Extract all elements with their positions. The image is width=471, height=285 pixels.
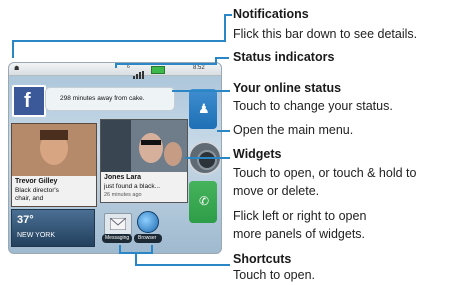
contact-photo-1 [12,124,96,176]
notifications-line-up [224,14,226,41]
widgets-title: Widgets [233,147,282,161]
contact-caption-2: Jones Lara just found a black... 26 minu… [101,172,187,202]
status-line-tick [215,57,229,59]
contact-name-2: Jones Lara [104,174,141,181]
notifications-line-tick [224,14,232,16]
contact-status-2: just found a black... [104,183,161,190]
main-menu-line [217,130,230,132]
online-status-desc: Touch to change your status. [233,99,393,113]
notifications-line-left [12,40,14,58]
contact-widget-2[interactable]: Jones Lara just found a black... 26 minu… [100,119,188,203]
panels-desc-1: Flick left or right to open [233,209,367,223]
browser-globe-icon[interactable] [137,211,159,233]
contact-time-2: 26 minutes ago [104,192,142,198]
phone-icon: ✆ [199,194,210,208]
status-time: 8:52 [193,65,205,71]
contact-status-1b: chair, and [15,195,44,202]
signal-icon [133,66,145,84]
weather-widget[interactable]: 37° NEW YORK [11,209,95,247]
online-status-text: 298 minutes away from cake. [60,95,145,102]
person-icon: ♟ [198,101,210,116]
weather-city: NEW YORK [17,232,55,239]
contact-status-1: Black director's [15,187,59,194]
messaging-label: Messaging [105,235,130,241]
contact-photo-2 [101,120,187,172]
messaging-label-pill: Messaging [102,234,132,243]
online-status-widget[interactable]: 298 minutes away from cake. [45,87,175,111]
panels-desc-2: more panels of widgets. [233,227,366,241]
widgets-line [185,157,230,159]
envelope-icon [110,218,126,230]
shortcuts-title: Shortcuts [233,252,292,266]
facebook-icon[interactable]: f [12,85,46,117]
notification-icon: ☗ [14,66,20,72]
browser-label: Browser [138,235,157,241]
online-status-title: Your online status [233,81,342,95]
notifications-line-top [12,40,226,42]
shortcuts-desc: Touch to open. [233,268,316,282]
status-line-top [115,63,217,65]
status-indicators-title: Status indicators [233,50,335,64]
contact-name-1: Trevor Gilley [15,178,58,185]
online-status-line [172,90,230,92]
shortcuts-line-right2 [135,264,230,266]
contact-widget-1[interactable]: Trevor Gilley Black director's chair, an… [11,123,97,207]
widgets-desc-2: move or delete. [233,184,320,198]
weather-temp: 37° [17,214,34,226]
main-menu-desc: Open the main menu. [233,123,354,137]
widgets-desc-1: Touch to open, or touch & hold to [233,166,417,180]
messaging-shortcut[interactable] [104,213,132,235]
browser-label-pill: Browser [134,234,162,243]
contacts-button[interactable]: ♟ [189,89,217,129]
contact-caption-1: Trevor Gilley Black director's chair, an… [12,176,96,206]
phone-dialer-button[interactable]: ✆ [189,181,217,223]
notifications-desc: Flick this bar down to see details. [233,27,418,41]
notifications-title: Notifications [233,7,309,21]
shortcuts-line-right [151,245,153,254]
facebook-logo: f [24,90,31,112]
menu-ring-icon [197,150,217,170]
battery-icon [151,66,165,74]
